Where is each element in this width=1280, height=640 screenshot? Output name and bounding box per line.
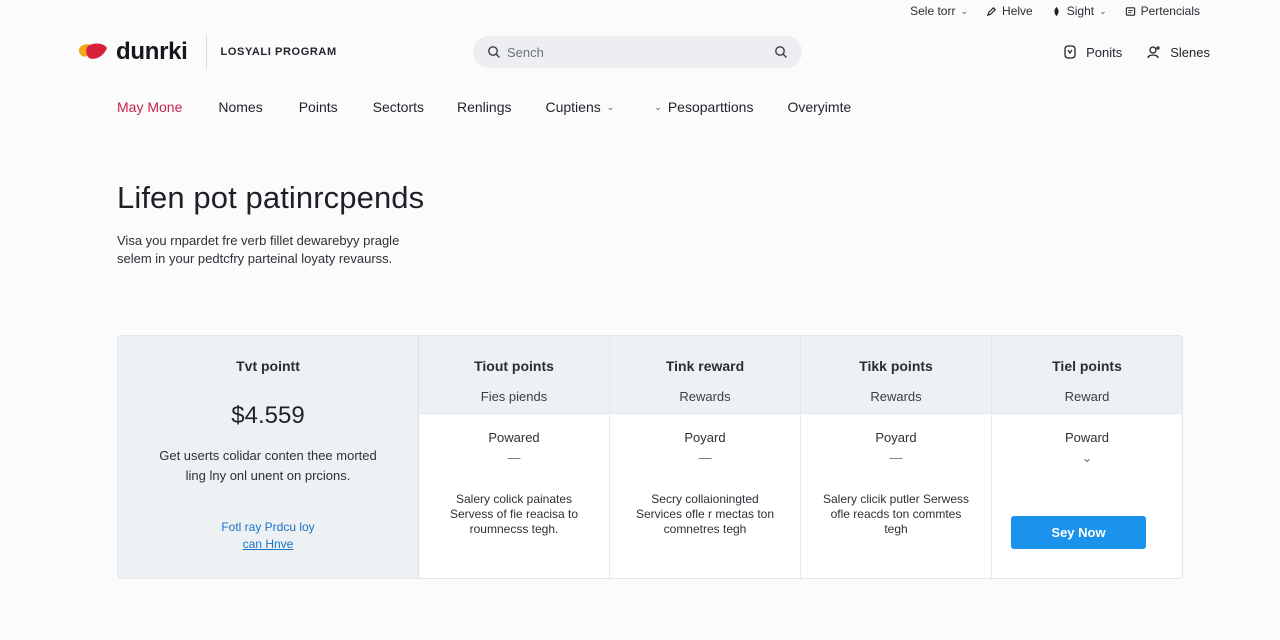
points-link-label: Ponits [1086, 44, 1123, 60]
points-link[interactable]: Ponits [1062, 44, 1122, 60]
nav-item-label: Pesoparttions [667, 99, 754, 115]
summary-description: Get userts colidar conten thee morted li… [159, 448, 377, 483]
page-intro: Visa you rnpardet fre verb fillet deware… [117, 232, 427, 268]
logo-mark-icon [78, 43, 107, 59]
chevron-down-icon: ⌄ [960, 5, 969, 16]
site-header: dunrki LOSYALI PROGRAM Ponits Slenes [78, 34, 1210, 70]
pencil-icon [986, 6, 997, 16]
chevron-down-icon[interactable]: ⌄ [992, 450, 1182, 466]
nav-item-label: Sectorts [372, 99, 424, 115]
program-label: LOSYALI PROGRAM [220, 46, 337, 58]
main-nav: May Mone Nomes Points Sectorts Renlings … [117, 96, 851, 118]
tier-subtitle: Rewards [679, 389, 731, 404]
nav-item-label: Renlings [457, 99, 512, 115]
tier-column-header: Tiout points Fies piends [419, 336, 609, 414]
chevron-down-icon: ⌄ [654, 101, 662, 112]
tier-reward-label: Poyard [684, 430, 726, 445]
tier-subtitle: Rewards [870, 389, 922, 404]
tier-title: Tiel points [1052, 358, 1122, 374]
nav-item-label: Points [298, 99, 338, 115]
tier-column-header: Tikk points Rewards [801, 336, 991, 414]
summary-link[interactable]: Fotl ray Prdcu loy can Hnve [178, 519, 358, 553]
tier-title: Tiout points [474, 358, 554, 374]
rewards-table: Tvt pointt $4.559 Get userts colidar con… [117, 335, 1183, 579]
nav-item-label: Overyimte [787, 99, 852, 115]
tier-reward-label: Poyard [875, 430, 917, 445]
tier-description: Salery colick painates Servess of fie re… [449, 492, 579, 536]
utility-store-label: Sele torr [910, 4, 956, 18]
header-divider [205, 35, 207, 69]
tier-description: Secry collaioningted Services ofle r mec… [635, 492, 775, 536]
nav-item-label: Nomes [218, 99, 263, 115]
page-title: Lifen pot patinrcpends [117, 180, 425, 215]
utility-sign-label: Sight [1066, 4, 1095, 18]
chevron-down-icon: ⌄ [606, 101, 615, 112]
points-summary-panel: Tvt pointt $4.559 Get userts colidar con… [118, 336, 419, 578]
utility-bar: Sele torr ⌄ Helve Sight ⌄ Pertencials [910, 4, 1200, 18]
utility-help-link[interactable]: Helve [986, 4, 1033, 18]
tier-column: Tink reward Rewards Poyard — Secry colla… [610, 336, 801, 578]
search-submit-icon[interactable] [774, 45, 788, 59]
search-bar [473, 36, 802, 68]
utility-sign-menu[interactable]: Sight ⌄ [1051, 4, 1107, 18]
users-link[interactable]: Slenes [1146, 44, 1210, 60]
tier-column: Tiout points Fies piends Powared — Saler… [419, 336, 610, 578]
say-now-button[interactable]: Sey Now [1011, 516, 1146, 549]
search-input[interactable] [507, 44, 774, 60]
dash-icon: — [889, 450, 903, 465]
nav-item-renlings[interactable]: Renlings [457, 96, 511, 118]
users-icon [1147, 46, 1161, 59]
summary-value: $4.559 [231, 402, 305, 429]
sign-icon [1054, 6, 1059, 16]
nav-item-cuptiens[interactable]: Cuptiens ⌄ [545, 96, 614, 118]
tier-subtitle: Reward [1064, 389, 1110, 404]
header-actions: Ponits Slenes [1062, 44, 1210, 60]
dash-icon: — [698, 450, 712, 465]
tier-description: Salery clicik putler Serwess ofle reacds… [822, 492, 970, 536]
utility-documents-link[interactable]: Pertencials [1125, 4, 1200, 18]
search-icon [488, 46, 500, 58]
dash-icon: — [507, 450, 521, 465]
brand-logo[interactable]: dunrki [78, 38, 188, 66]
summary-link-line-2: can Hnve [242, 537, 294, 551]
users-link-label: Slenes [1170, 44, 1210, 60]
tier-column-header: Tiel points Reward [992, 336, 1182, 414]
document-icon [1125, 6, 1135, 16]
page-intro-line-1: Visa you rnpardet fre verb fillet deware… [117, 233, 400, 248]
tier-reward-label: Powared [488, 430, 540, 445]
summary-title: Tvt pointt [236, 358, 300, 374]
nav-item-label: May Mone [117, 99, 183, 115]
tier-column: Tiel points Reward Poward ⌄ Sey Now [992, 336, 1182, 578]
nav-item-sectorts[interactable]: Sectorts [373, 96, 424, 118]
nav-item-label: Cuptiens [545, 99, 601, 115]
logo-text: dunrki [116, 38, 188, 65]
nav-item-pesoparttions[interactable]: ⌄ Pesoparttions [654, 96, 753, 118]
badge-icon [1064, 45, 1076, 59]
nav-item-nomes[interactable]: Nomes [218, 96, 262, 118]
utility-help-label: Helve [1002, 4, 1033, 18]
utility-documents-label: Pertencials [1140, 4, 1200, 18]
tier-column: Tikk points Rewards Poyard — Salery clic… [801, 336, 992, 578]
nav-item-overyimte[interactable]: Overyimte [787, 96, 851, 118]
tier-title: Tink reward [665, 358, 745, 374]
tier-title: Tikk points [859, 358, 933, 374]
utility-store-selector[interactable]: Sele torr ⌄ [910, 4, 968, 18]
tier-column-header: Tink reward Rewards [610, 336, 800, 414]
nav-item-points[interactable]: Points [299, 96, 338, 118]
chevron-down-icon: ⌄ [1099, 5, 1107, 16]
tier-subtitle: Fies piends [480, 389, 548, 404]
page-intro-line-2: selem in your pedtcfry parteinal loyaty … [117, 251, 393, 266]
summary-link-line-1: Fotl ray Prdcu loy [221, 520, 315, 534]
tier-reward-label: Poward [1064, 430, 1110, 445]
nav-item-my-home[interactable]: May Mone [117, 96, 182, 118]
